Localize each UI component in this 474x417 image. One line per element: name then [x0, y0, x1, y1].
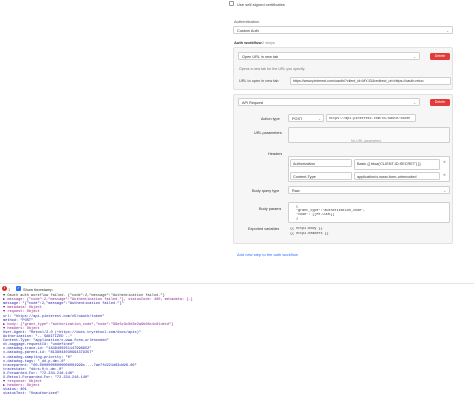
show-timestamp-checkbox[interactable]: ✓: [16, 286, 21, 291]
action-type-label: Action type: [261, 117, 280, 121]
step1-type-select[interactable]: Open URL in new tab ⌄: [238, 52, 420, 60]
step2-delete-button[interactable]: Delete: [430, 98, 450, 106]
auth-workflow-steps: 2 steps: [262, 40, 275, 45]
console-output: ▼ Oauth auth workflow failed. {"code":2,…: [0, 294, 474, 417]
step1-description: Opens a new tab for the URL you specify.: [239, 67, 306, 71]
auth-workflow-label: Auth workflow: [234, 40, 262, 45]
method-select[interactable]: POST ⌄: [288, 114, 324, 122]
chevron-down-icon: ⌄: [413, 100, 416, 105]
header-value-2[interactable]: application/x-www-form-urlencoded: [354, 172, 440, 180]
header-value-1[interactable]: Basic {{ btoa('CLIENT-ID:SECRET') }}: [354, 159, 440, 170]
headers-editor[interactable]: Authorization Basic {{ btoa('CLIENT-ID:S…: [288, 156, 450, 182]
url-params-editor[interactable]: No URL parameters: [288, 127, 450, 143]
error-icon: !: [2, 286, 7, 291]
auth-type-select[interactable]: Custom Auth ⌄: [233, 26, 453, 34]
add-step-link[interactable]: Add new step to the auth workflow: [237, 252, 298, 257]
console-line: statusText: "Unauthorized": [3, 392, 60, 397]
body-type-select[interactable]: Raw ⌄: [288, 186, 450, 194]
show-timestamp-label: Show timestamp: [23, 286, 53, 292]
endpoint-input[interactable]: https://api.pinterest.com/v5/oauth/token: [326, 114, 416, 122]
body-params-editor[interactable]: { "grant_type":"authorization_code", "co…: [288, 202, 450, 223]
step1-url-input[interactable]: https://www.pinterest.com/oauth/?client_…: [290, 76, 451, 85]
workflow-step-1: Open URL in new tab ⌄ Delete Opens a new…: [233, 47, 453, 90]
self-signed-checkbox[interactable]: [229, 1, 234, 6]
chevron-down-icon: ⌄: [443, 188, 446, 193]
chevron-down-icon: ⌄: [413, 54, 416, 59]
body-type-label: Body query type: [252, 189, 280, 193]
step1-url-label: URL to open in new tab: [239, 79, 279, 83]
exported-var-1: {{ http2.body }}: [290, 227, 323, 231]
step1-delete-button[interactable]: Delete: [430, 52, 450, 60]
step2-type-select[interactable]: API Request ⌄: [238, 98, 420, 106]
console-divider: [0, 283, 474, 284]
body-params-label: Body params: [259, 207, 282, 211]
chevron-down-icon: ⌄: [318, 116, 321, 121]
exported-vars-label: Exported variables: [248, 227, 280, 231]
error-count: 1: [8, 286, 11, 292]
header-key-2[interactable]: Content-Type: [290, 172, 352, 180]
delete-row-icon[interactable]: ✕: [443, 160, 446, 164]
self-signed-label: Use self-signed certificates: [237, 1, 285, 7]
url-params-label: URL parameters: [254, 131, 282, 135]
delete-row-icon[interactable]: ✕: [443, 173, 446, 177]
exported-var-2: {{ http2.headers }}: [290, 232, 329, 236]
workflow-step-2: API Request ⌄ Delete Action type POST ⌄ …: [233, 94, 453, 244]
chevron-down-icon: ⌄: [446, 28, 449, 33]
headers-label: Headers: [268, 152, 283, 156]
header-key-1[interactable]: Authorization: [290, 159, 352, 167]
authentication-label: Authentication: [234, 19, 260, 24]
